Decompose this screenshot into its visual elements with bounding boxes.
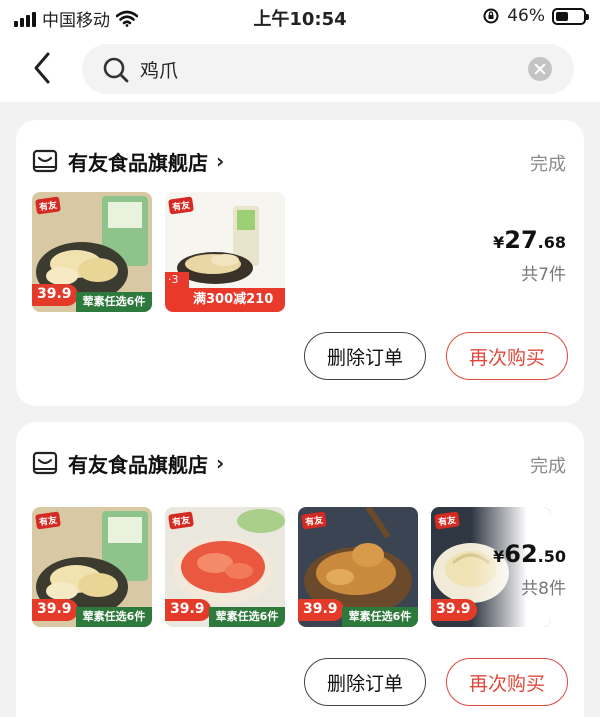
battery-icon [552,7,589,25]
order-total: ¥27.68 共7件 [493,226,566,285]
price-integer: 27 [504,226,538,254]
count-value: 3 [171,273,179,286]
chevron-right-icon: › [216,149,225,173]
count-tag: ·3 [165,272,189,288]
order-card[interactable]: 有友食品旗舰店 › 完成 有友 39.9 荤素任选6件 [16,120,584,406]
order-card[interactable]: 有友食品旗舰店 › 完成 有友 39.9 荤素任选6件 [16,422,584,717]
price-tag: 39.9 [32,599,78,621]
product-list[interactable]: 有友 39.9 荤素任选6件 有友 39.9 荤素任选6件 有友 39.9 荤素… [32,507,551,627]
price-tag: 39.9 [32,284,78,306]
store-link[interactable]: 有友食品旗舰店 › [32,146,224,176]
order-total: ¥62.50 共8件 [493,540,566,599]
back-arrow-icon[interactable] [26,48,62,88]
store-icon [32,149,58,173]
orientation-lock-icon [483,8,499,24]
clear-icon[interactable] [528,57,552,81]
order-actions: 删除订单 再次购买 [304,332,568,380]
product-thumbnail[interactable]: 有友 39.9 荤素任选6件 [165,507,285,627]
promo-bar: 荤素任选6件 [76,292,152,312]
order-status: 完成 [530,456,566,477]
search-input[interactable]: 鸡爪 [82,44,574,94]
battery-percent: 46% [507,6,545,26]
chevron-right-icon: › [216,451,225,475]
status-right: 46% [482,6,589,26]
order-status: 完成 [530,154,566,175]
delete-order-button[interactable]: 删除订单 [304,332,426,380]
store-link[interactable]: 有友食品旗舰店 › [32,448,224,478]
price-tag: 39.9 [165,599,211,621]
price-integer: 62 [504,540,538,568]
search-icon [103,57,129,83]
price-decimal: .68 [537,233,566,252]
price-tag: 39.9 [431,599,477,621]
item-count: 共7件 [521,265,566,285]
product-thumbnail[interactable]: 有友 39.9 荤素任选6件 [32,192,152,312]
promo-bar: 荤素任选6件 [209,607,285,627]
search-header: 鸡爪 [0,36,600,102]
product-thumbnail[interactable]: 有友 39.9 荤素任选6件 [32,507,152,627]
currency-symbol: ¥ [493,233,505,252]
price: ¥27.68 [493,226,566,254]
store-name: 有友食品旗舰店 [68,150,208,175]
promo-bar: 荤素任选6件 [342,607,418,627]
store-icon [32,451,58,475]
product-list[interactable]: 有友 39.9 荤素任选6件 有友 ·3 满300减210 [32,192,285,312]
price-tag: 39.9 [298,599,344,621]
rebuy-button[interactable]: 再次购买 [446,658,568,706]
item-count: 共8件 [521,579,566,599]
promo-bar: 荤素任选6件 [76,607,152,627]
product-thumbnail[interactable]: 有友 ·3 满300减210 [165,192,285,312]
rebuy-button[interactable]: 再次购买 [446,332,568,380]
store-name: 有友食品旗舰店 [68,452,208,477]
price-decimal: .50 [537,547,566,566]
currency-symbol: ¥ [493,547,505,566]
product-thumbnail[interactable]: 有友 39.9 荤素任选6件 [298,507,418,627]
order-actions: 删除订单 再次购买 [304,658,568,706]
search-query: 鸡爪 [140,60,179,82]
sale-band: 满300减210 [165,288,285,312]
delete-order-button[interactable]: 删除订单 [304,658,426,706]
status-bar: 中国移动 上午10:54 46% [0,0,600,36]
price: ¥62.50 [493,540,566,568]
